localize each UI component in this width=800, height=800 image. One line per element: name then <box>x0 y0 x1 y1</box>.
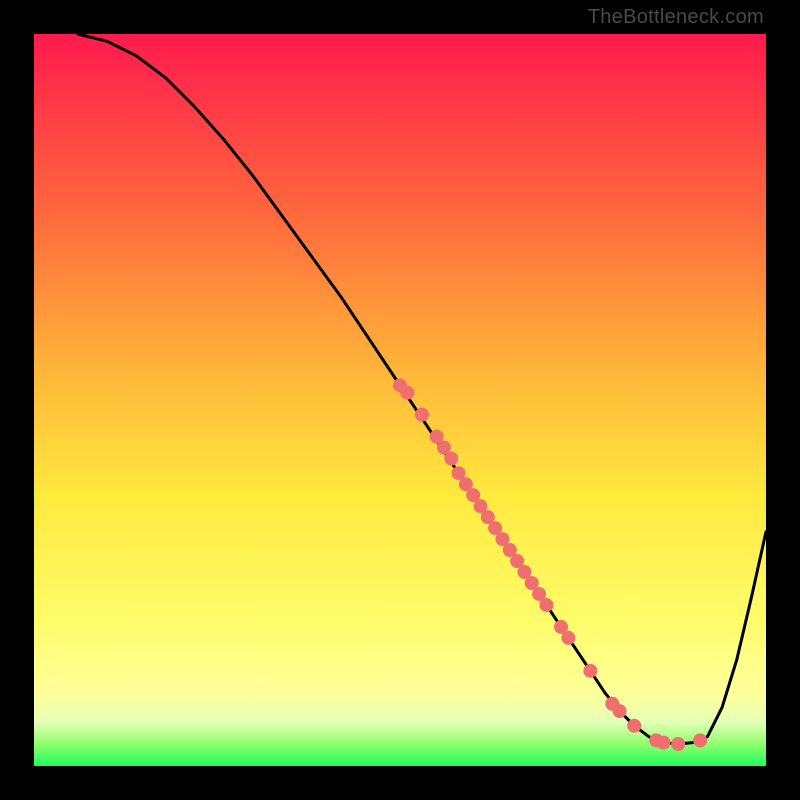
marker-point <box>583 664 597 678</box>
marker-point <box>671 737 685 751</box>
marker-point <box>539 598 553 612</box>
marker-point <box>613 704 627 718</box>
markers-group <box>393 378 707 751</box>
attribution-text: TheBottleneck.com <box>588 6 764 29</box>
marker-point <box>444 452 458 466</box>
marker-point <box>657 736 671 750</box>
marker-point <box>561 631 575 645</box>
chart-svg <box>34 34 766 766</box>
bottleneck-curve <box>78 34 766 744</box>
marker-point <box>693 733 707 747</box>
marker-point <box>627 719 641 733</box>
marker-point <box>415 408 429 422</box>
marker-point <box>400 386 414 400</box>
plot-area <box>34 34 766 766</box>
outer-frame: TheBottleneck.com <box>0 0 800 800</box>
